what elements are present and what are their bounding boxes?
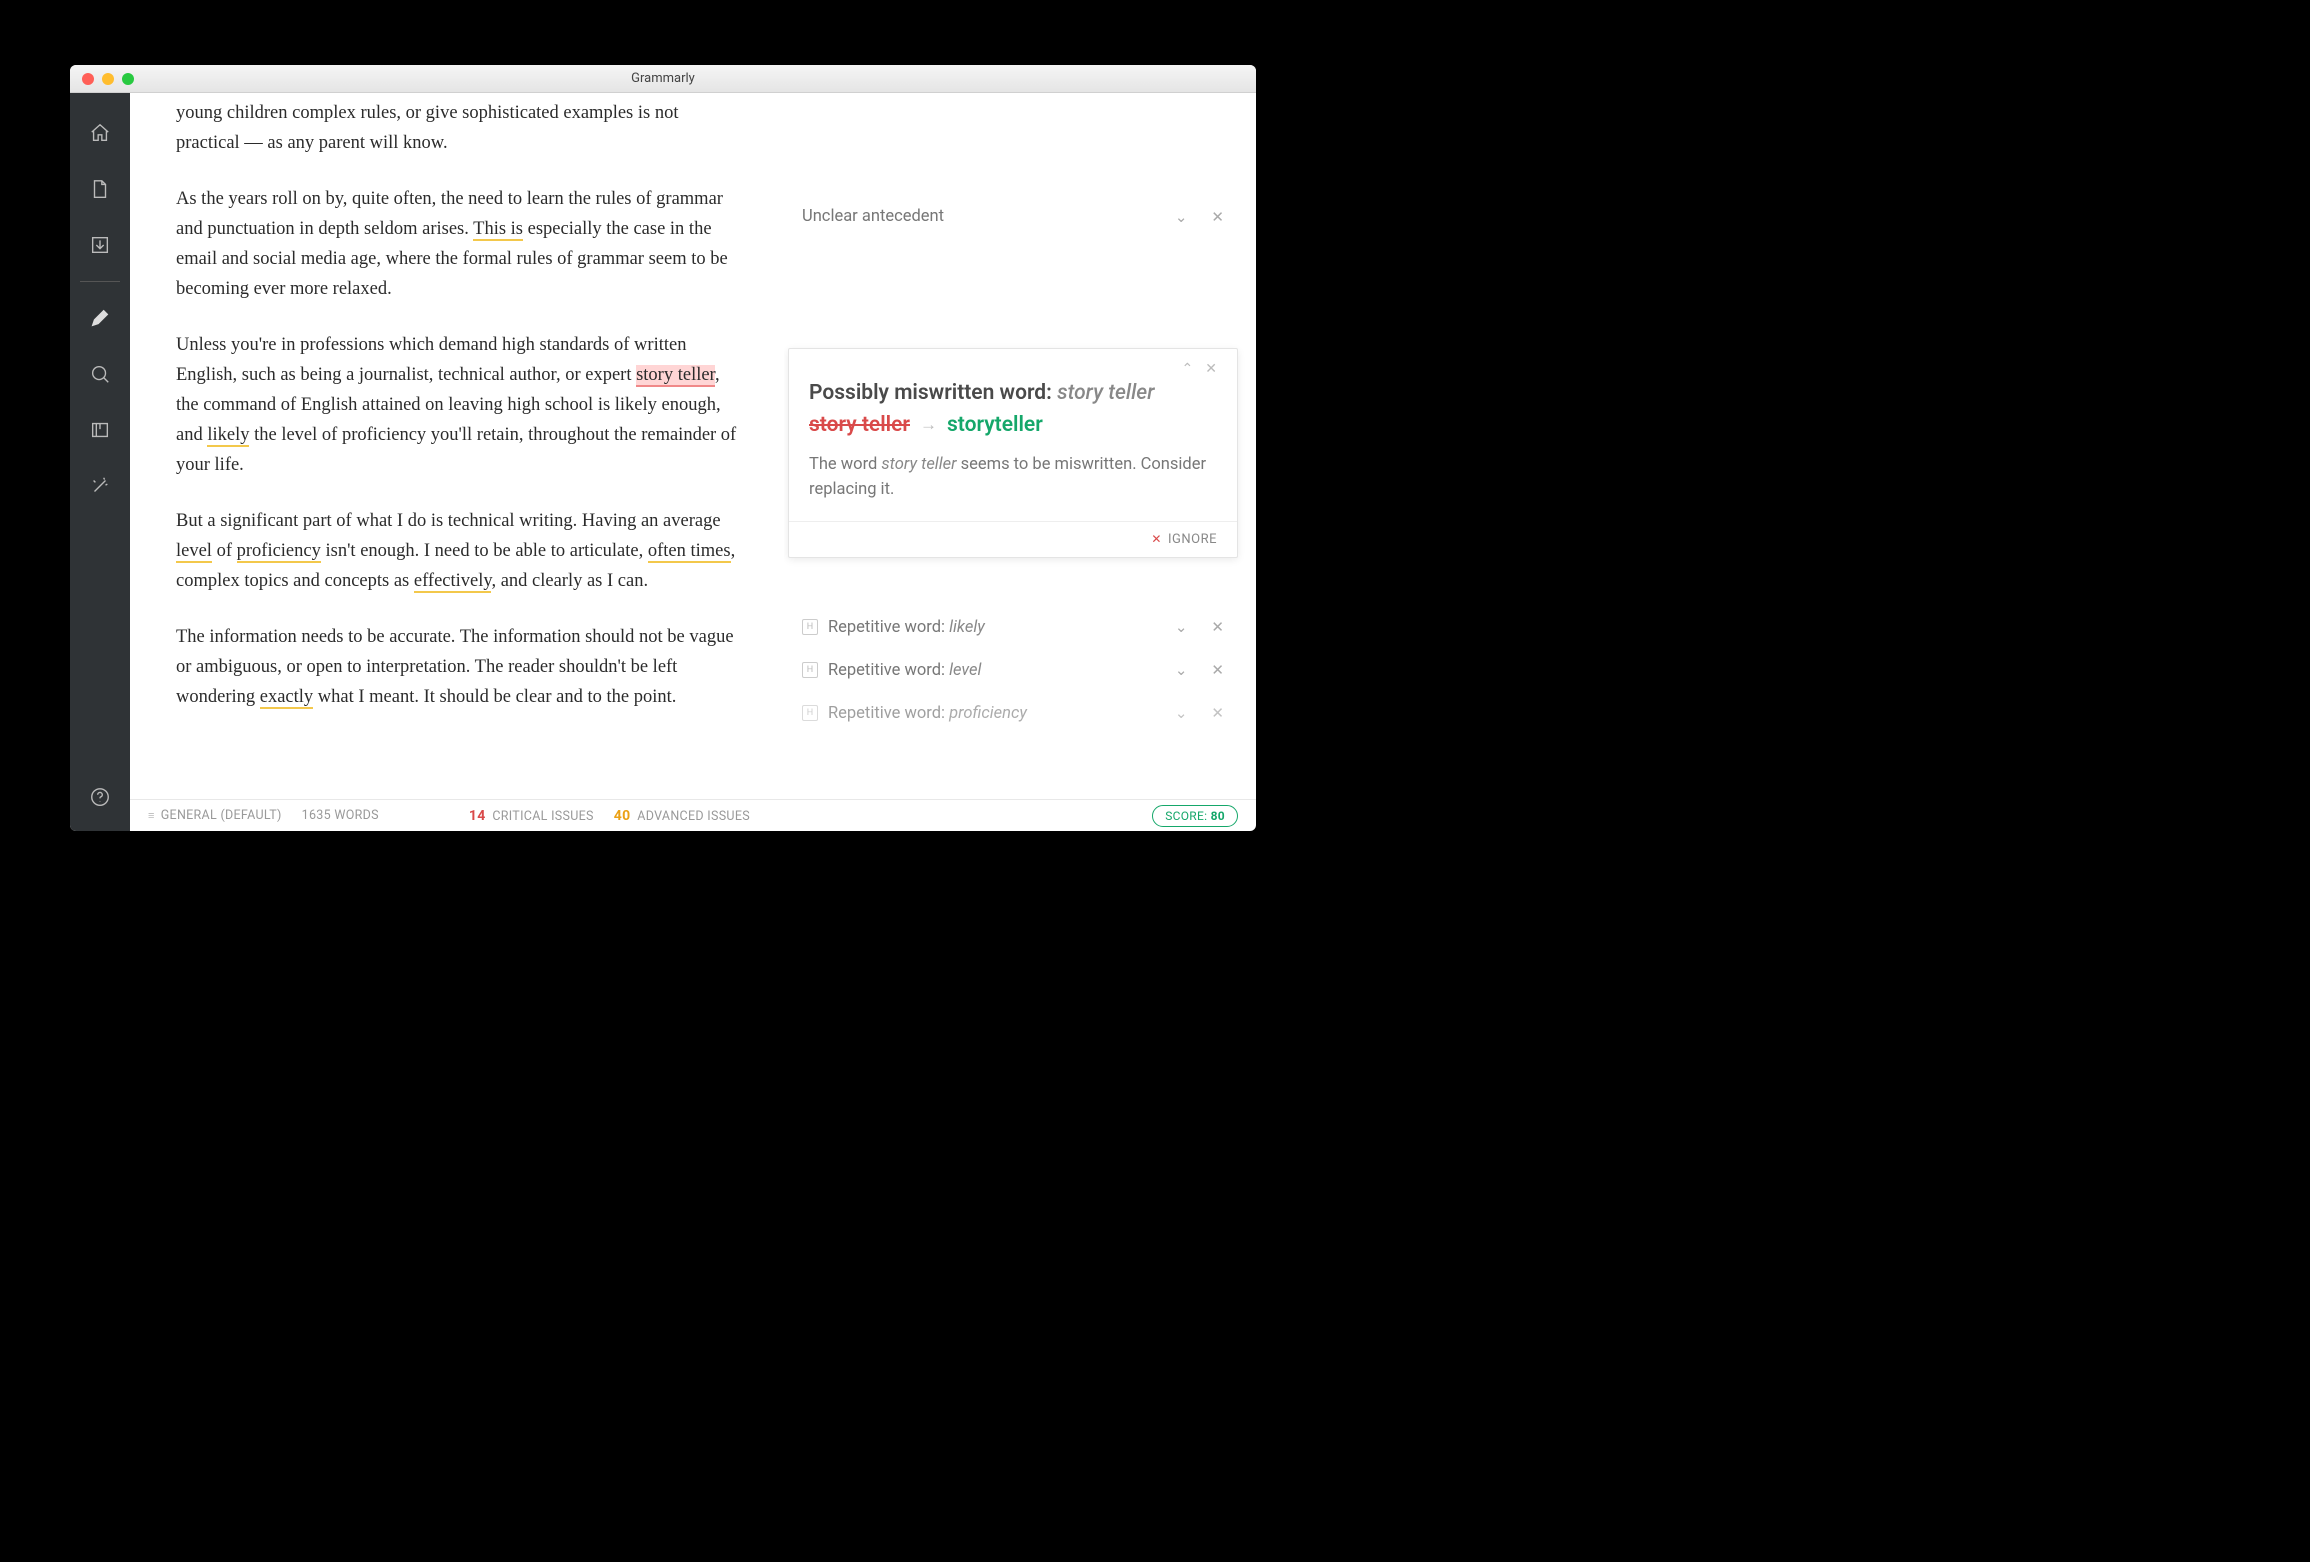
highlight-repetitive[interactable]: level: [176, 541, 212, 563]
dictionary-icon[interactable]: [88, 418, 112, 442]
editor-area: young children complex rules, or give so…: [130, 93, 1256, 831]
card-description: The word story teller seems to be miswri…: [789, 453, 1237, 521]
titlebar: Grammarly: [70, 65, 1256, 93]
chevron-down-icon[interactable]: ⌄: [1175, 704, 1188, 722]
issue-item-repetitive-proficiency[interactable]: H Repetitive word: proficiency ⌄ ✕: [784, 692, 1242, 735]
highlight-wording[interactable]: effectively: [414, 571, 492, 593]
home-icon[interactable]: [88, 121, 112, 145]
highlight-wording[interactable]: exactly: [260, 687, 313, 709]
issue-label: Unclear antecedent: [802, 207, 944, 226]
issue-list: H Repetitive word: likely ⌄ ✕ H Repetiti…: [784, 606, 1242, 735]
apply-correction-button[interactable]: storyteller: [947, 413, 1043, 437]
badge-icon: H: [802, 705, 818, 721]
new-document-icon[interactable]: [88, 177, 112, 201]
close-icon[interactable]: ✕: [1205, 361, 1217, 377]
x-icon: ✕: [1151, 532, 1162, 546]
close-icon[interactable]: ✕: [1211, 661, 1224, 679]
chevron-down-icon[interactable]: ⌄: [1175, 618, 1188, 636]
highlight-wording[interactable]: often times: [648, 541, 731, 563]
score-badge[interactable]: SCORE: 80: [1152, 805, 1238, 827]
content-area: young children complex rules, or give so…: [70, 93, 1256, 831]
chevron-down-icon[interactable]: ⌄: [1175, 208, 1188, 226]
chevron-up-icon[interactable]: ⌃: [1182, 361, 1194, 377]
wand-icon[interactable]: [88, 474, 112, 498]
help-icon[interactable]: [88, 785, 112, 809]
chevron-down-icon[interactable]: ⌄: [1175, 661, 1188, 679]
menu-icon: ≡: [148, 809, 155, 822]
strike-word: story teller: [809, 413, 910, 437]
issues-panel: Unclear antecedent ⌄ ✕ ⌃ ✕ Possibly misw…: [784, 93, 1256, 799]
document-text[interactable]: young children complex rules, or give so…: [130, 93, 784, 799]
close-icon[interactable]: ✕: [1211, 208, 1224, 226]
paragraph: Unless you're in professions which deman…: [176, 331, 738, 481]
status-bar: ≡ GENERAL (DEFAULT) 1635 WORDS 14 CRITIC…: [130, 799, 1256, 831]
import-icon[interactable]: [88, 233, 112, 257]
main-row: young children complex rules, or give so…: [130, 93, 1256, 799]
ignore-button[interactable]: ✕ IGNORE: [1151, 532, 1217, 547]
issue-card-miswritten: ⌃ ✕ Possibly miswritten word: story tell…: [788, 348, 1238, 558]
close-window-button[interactable]: [82, 73, 94, 85]
word-count[interactable]: 1635 WORDS: [302, 808, 379, 823]
window-title: Grammarly: [631, 71, 695, 86]
highlight-unclear[interactable]: This is: [473, 219, 523, 241]
sidebar-divider: [80, 281, 120, 282]
highlight-miswritten[interactable]: story teller: [636, 365, 715, 387]
advanced-issues[interactable]: 40 ADVANCED ISSUES: [614, 808, 750, 824]
sidebar: [70, 93, 130, 831]
writing-mode[interactable]: ≡ GENERAL (DEFAULT): [148, 808, 282, 823]
pen-icon[interactable]: [88, 306, 112, 330]
card-footer: ✕ IGNORE: [789, 521, 1237, 557]
close-icon[interactable]: ✕: [1211, 704, 1224, 722]
close-icon[interactable]: ✕: [1211, 618, 1224, 636]
paragraph: As the years roll on by, quite often, th…: [176, 185, 738, 305]
highlight-repetitive[interactable]: proficiency: [237, 541, 321, 563]
paragraph: But a significant part of what I do is t…: [176, 507, 738, 597]
minimize-window-button[interactable]: [102, 73, 114, 85]
issue-item-repetitive-likely[interactable]: H Repetitive word: likely ⌄ ✕: [784, 606, 1242, 649]
traffic-lights: [70, 73, 134, 85]
app-window: Grammarly: [70, 65, 1256, 831]
card-correction: story teller → storyteller: [789, 405, 1237, 453]
fullscreen-window-button[interactable]: [122, 73, 134, 85]
issue-item-unclear-antecedent[interactable]: Unclear antecedent ⌄ ✕: [784, 195, 1242, 238]
issue-item-repetitive-level[interactable]: H Repetitive word: level ⌄ ✕: [784, 649, 1242, 692]
card-title: Possibly miswritten word: story teller: [789, 381, 1237, 405]
paragraph: young children complex rules, or give so…: [176, 99, 738, 159]
badge-icon: H: [802, 662, 818, 678]
badge-icon: H: [802, 619, 818, 635]
card-header: ⌃ ✕: [789, 349, 1237, 381]
arrow-right-icon: →: [920, 415, 937, 435]
search-icon[interactable]: [88, 362, 112, 386]
critical-issues[interactable]: 14 CRITICAL ISSUES: [469, 808, 594, 824]
highlight-repetitive[interactable]: likely: [207, 425, 249, 447]
paragraph: The information needs to be accurate. Th…: [176, 623, 738, 713]
